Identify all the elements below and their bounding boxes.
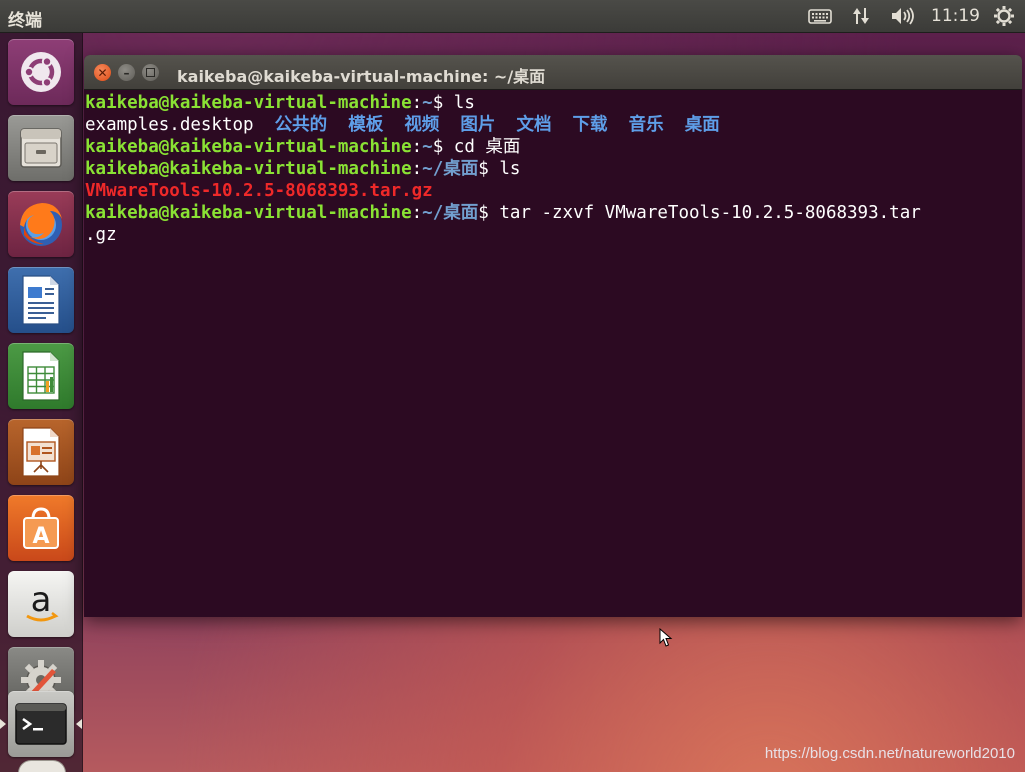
terminal-window: ✕ – kaikeba@kaikeba-virtual-machine: ~/桌… xyxy=(84,55,1022,617)
mouse-cursor-icon xyxy=(659,628,673,647)
command-text: tar -zxvf VMwareTools-10.2.5-8068393.tar xyxy=(499,203,921,223)
calc-button[interactable] xyxy=(8,343,74,409)
prompt-user: kaikeba@kaikeba-virtual-machine xyxy=(85,159,412,179)
dir-entry: 图片 xyxy=(460,115,496,135)
minimize-icon: – xyxy=(123,65,130,80)
prompt-user: kaikeba@kaikeba-virtual-machine xyxy=(85,137,412,157)
app-title: 终端 xyxy=(8,11,42,31)
window-title: kaikeba@kaikeba-virtual-machine: ~/桌面 xyxy=(177,67,546,86)
network-icon[interactable] xyxy=(848,4,874,28)
prompt-user: kaikeba@kaikeba-virtual-machine xyxy=(85,203,412,223)
amazon-logo-icon: a xyxy=(26,580,59,622)
firefox-icon xyxy=(20,203,62,246)
spreadsheet-calc-icon xyxy=(22,351,60,401)
ubuntu-logo-icon xyxy=(21,52,61,92)
command-continuation: .gz xyxy=(85,225,117,245)
prompt-path: ~/桌面 xyxy=(422,159,479,179)
terminal-line: kaikeba@kaikeba-virtual-machine:~$ ls xyxy=(85,93,475,113)
ubuntu-dash-button[interactable] xyxy=(8,39,74,105)
dir-entry: 公共的 xyxy=(274,115,328,135)
top-panel: 终端 11:19 xyxy=(0,0,1025,33)
volume-icon[interactable] xyxy=(888,4,918,28)
terminal-line: kaikeba@kaikeba-virtual-machine:~/桌面$ ls xyxy=(85,159,521,179)
clock[interactable]: 11:19 xyxy=(931,6,980,26)
minimize-button[interactable]: – xyxy=(118,64,135,81)
presentation-impress-icon xyxy=(22,427,60,477)
close-button[interactable]: ✕ xyxy=(94,64,111,81)
svg-text:a: a xyxy=(31,580,52,620)
dir-entry: 下载 xyxy=(572,115,608,135)
writer-button[interactable] xyxy=(8,267,74,333)
command-text: ls xyxy=(453,93,475,113)
archive-file-entry: VMwareTools-10.2.5-8068393.tar.gz xyxy=(85,181,433,201)
files-button[interactable] xyxy=(8,115,74,181)
command-text: ls xyxy=(499,159,521,179)
launcher: A a xyxy=(0,33,83,772)
terminal-button[interactable] xyxy=(8,691,74,757)
terminal-line: VMwareTools-10.2.5-8068393.tar.gz xyxy=(84,180,1022,202)
keyboard-icon[interactable] xyxy=(806,4,834,28)
maximize-button[interactable] xyxy=(142,64,159,81)
maximize-icon xyxy=(146,68,155,77)
dir-entry: 桌面 xyxy=(684,115,720,135)
watermark: https://blog.csdn.net/natureworld2010 xyxy=(764,745,1015,762)
command-text: cd 桌面 xyxy=(453,137,521,157)
dir-entry: 模板 xyxy=(348,115,384,135)
prompt-path: ~ xyxy=(422,93,433,113)
firefox-button[interactable] xyxy=(8,191,74,257)
prompt-path: ~ xyxy=(422,137,433,157)
terminal-line: kaikeba@kaikeba-virtual-machine:~/桌面$ ta… xyxy=(85,203,921,223)
window-titlebar[interactable]: ✕ – kaikeba@kaikeba-virtual-machine: ~/桌… xyxy=(84,55,1022,90)
software-button[interactable]: A xyxy=(8,495,74,561)
terminal-line: kaikeba@kaikeba-virtual-machine:~$ cd 桌面 xyxy=(85,137,521,157)
disc-icon[interactable] xyxy=(18,760,66,772)
prompt-path: ~/桌面 xyxy=(422,203,479,223)
power-gear-icon[interactable] xyxy=(991,4,1017,28)
file-entry: examples.desktop xyxy=(85,115,254,135)
shopping-bag-icon: A xyxy=(23,507,59,549)
dir-entry: 文档 xyxy=(516,115,552,135)
terminal-output[interactable]: kaikeba@kaikeba-virtual-machine:~$ ls ex… xyxy=(84,90,1022,619)
svg-text:A: A xyxy=(32,524,49,549)
dir-entry: 视频 xyxy=(404,115,440,135)
amazon-button[interactable]: a xyxy=(8,571,74,637)
terminal-line: .gz xyxy=(84,224,1022,246)
prompt-user: kaikeba@kaikeba-virtual-machine xyxy=(85,93,412,113)
terminal-icon xyxy=(15,703,67,745)
active-indicator-right xyxy=(76,719,82,729)
document-writer-icon xyxy=(22,275,60,325)
file-cabinet-icon xyxy=(20,128,62,168)
impress-button[interactable] xyxy=(8,419,74,485)
active-indicator-left xyxy=(0,719,6,729)
terminal-line: examples.desktop 公共的 模板 视频 图片 文档 下载 音乐 桌… xyxy=(84,114,1022,136)
close-icon: ✕ xyxy=(97,65,108,80)
dir-entry: 音乐 xyxy=(628,115,664,135)
